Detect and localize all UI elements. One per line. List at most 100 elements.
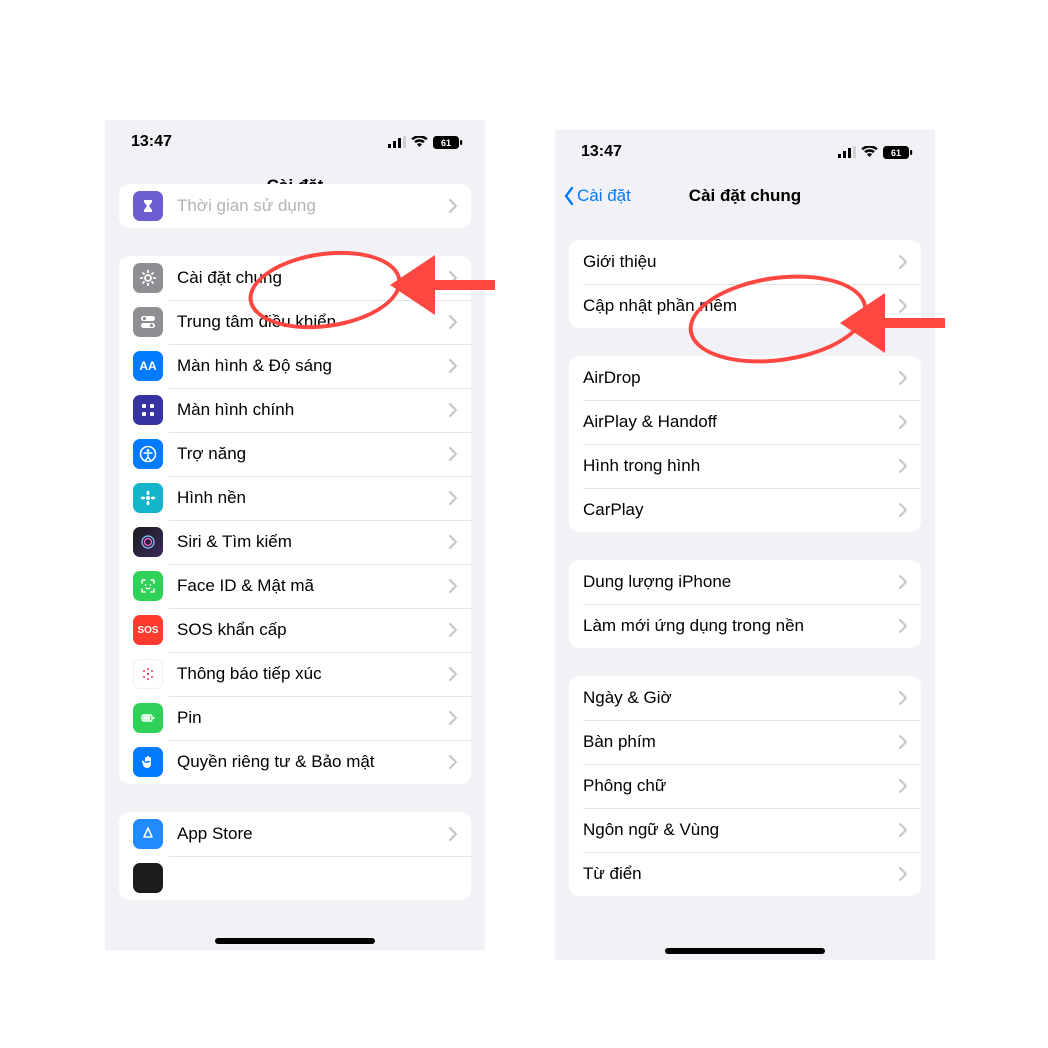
row-carplay[interactable]: CarPlay: [569, 488, 921, 532]
back-button[interactable]: Cài đặt: [563, 174, 631, 218]
row-keyboard[interactable]: Bàn phím: [569, 720, 921, 764]
flower-icon: [133, 483, 163, 513]
row-label: Làm mới ứng dụng trong nền: [583, 616, 899, 636]
chevron-right-icon: [899, 415, 907, 429]
row-label: Hình trong hình: [583, 456, 899, 476]
chevron-right-icon: [899, 735, 907, 749]
row-label: Cập nhật phần mềm: [583, 296, 899, 316]
status-time: 13:47: [131, 133, 172, 151]
status-icons: 61: [838, 146, 913, 159]
row-label: Trợ năng: [177, 444, 449, 464]
row-home-screen[interactable]: Màn hình chính: [119, 388, 471, 432]
text-size-icon: AA: [133, 351, 163, 381]
group-datetime: Ngày & Giờ Bàn phím Phông chữ Ngôn ngữ &…: [569, 676, 921, 896]
chevron-right-icon: [899, 823, 907, 837]
row-language[interactable]: Ngôn ngữ & Vùng: [569, 808, 921, 852]
row-siri[interactable]: Siri & Tìm kiếm: [119, 520, 471, 564]
siri-icon: [133, 527, 163, 557]
nav-header: Cài đặt Cài đặt chung: [555, 174, 935, 218]
phone-right: 13:47 61 Cài đặt Cài đặt chung Giới thiệ…: [555, 130, 935, 960]
svg-text:61: 61: [891, 148, 901, 158]
row-wallpaper[interactable]: Hình nền: [119, 476, 471, 520]
row-label: Face ID & Mật mã: [177, 576, 449, 596]
cellular-icon: [838, 146, 856, 158]
row-dictionary[interactable]: Từ điển: [569, 852, 921, 896]
chevron-right-icon: [899, 255, 907, 269]
row-accessibility[interactable]: Trợ năng: [119, 432, 471, 476]
row-exposure[interactable]: Thông báo tiếp xúc: [119, 652, 471, 696]
wifi-icon: [861, 146, 878, 158]
row-label: Bàn phím: [583, 732, 899, 752]
row-display[interactable]: AA Màn hình & Độ sáng: [119, 344, 471, 388]
home-indicator[interactable]: [215, 938, 375, 944]
chevron-right-icon: [899, 371, 907, 385]
hand-icon: [133, 747, 163, 777]
switches-icon: [133, 307, 163, 337]
status-bar: 13:47 61: [555, 130, 935, 174]
row-software-update[interactable]: Cập nhật phần mềm: [569, 284, 921, 328]
chevron-right-icon: [449, 827, 457, 841]
row-airplay[interactable]: AirPlay & Handoff: [569, 400, 921, 444]
row-label: Hình nền: [177, 488, 449, 508]
sos-icon: SOS: [133, 615, 163, 645]
row-label: Pin: [177, 708, 449, 728]
row-screentime[interactable]: Thời gian sử dụng: [119, 184, 471, 228]
gear-icon: [133, 263, 163, 293]
row-fonts[interactable]: Phông chữ: [569, 764, 921, 808]
group-main: Cài đặt chung Trung tâm điều khiển AA Mà…: [119, 256, 471, 784]
row-label: AirPlay & Handoff: [583, 412, 899, 432]
faceid-icon: [133, 571, 163, 601]
battery-row-icon: [133, 703, 163, 733]
chevron-right-icon: [449, 199, 457, 213]
row-appstore[interactable]: App Store: [119, 812, 471, 856]
row-privacy[interactable]: Quyền riêng tư & Bảo mật: [119, 740, 471, 784]
row-control-center[interactable]: Trung tâm điều khiển: [119, 300, 471, 344]
status-icons: 61: [388, 136, 463, 149]
chevron-right-icon: [449, 403, 457, 417]
chevron-right-icon: [899, 575, 907, 589]
row-label: CarPlay: [583, 500, 899, 520]
chevron-right-icon: [449, 623, 457, 637]
group-store: App Store Ví & Apple Pay: [119, 812, 471, 900]
row-airdrop[interactable]: AirDrop: [569, 356, 921, 400]
chevron-right-icon: [449, 359, 457, 373]
chevron-right-icon: [449, 535, 457, 549]
row-datetime[interactable]: Ngày & Giờ: [569, 676, 921, 720]
chevron-right-icon: [449, 447, 457, 461]
chevron-right-icon: [449, 667, 457, 681]
row-label: Giới thiệu: [583, 252, 899, 272]
row-label: Trung tâm điều khiển: [177, 312, 449, 332]
row-label: AirDrop: [583, 368, 899, 388]
chevron-right-icon: [449, 271, 457, 285]
row-about[interactable]: Giới thiệu: [569, 240, 921, 284]
row-label: Quyền riêng tư & Bảo mật: [177, 752, 449, 772]
row-label: Ngôn ngữ & Vùng: [583, 820, 899, 840]
row-wallet[interactable]: Ví & Apple Pay: [119, 856, 471, 900]
row-label: Màn hình chính: [177, 400, 449, 420]
appstore-icon: [133, 819, 163, 849]
chevron-right-icon: [899, 459, 907, 473]
row-sos[interactable]: SOS SOS khẩn cấp: [119, 608, 471, 652]
wallet-icon: [133, 863, 163, 893]
row-bg-refresh[interactable]: Làm mới ứng dụng trong nền: [569, 604, 921, 648]
svg-text:61: 61: [441, 138, 451, 148]
general-list: Giới thiệu Cập nhật phần mềm AirDrop Air…: [555, 218, 935, 896]
row-storage[interactable]: Dung lượng iPhone: [569, 560, 921, 604]
battery-icon: 61: [433, 136, 463, 149]
row-label: Cài đặt chung: [177, 268, 449, 288]
home-indicator[interactable]: [665, 948, 825, 954]
accessibility-icon: [133, 439, 163, 469]
row-label: Màn hình & Độ sáng: [177, 356, 449, 376]
phone-left: 13:47 61 Cài đặt Thời gian sử dụng: [105, 120, 485, 950]
page-title: Cài đặt chung: [689, 186, 801, 206]
chevron-right-icon: [899, 867, 907, 881]
back-label: Cài đặt: [577, 186, 631, 206]
row-label: Thời gian sử dụng: [177, 196, 449, 216]
row-faceid[interactable]: Face ID & Mật mã: [119, 564, 471, 608]
row-general[interactable]: Cài đặt chung: [119, 256, 471, 300]
row-battery[interactable]: Pin: [119, 696, 471, 740]
apps-grid-icon: [133, 395, 163, 425]
row-label: Siri & Tìm kiếm: [177, 532, 449, 552]
row-pip[interactable]: Hình trong hình: [569, 444, 921, 488]
status-bar: 13:47 61: [105, 120, 485, 164]
